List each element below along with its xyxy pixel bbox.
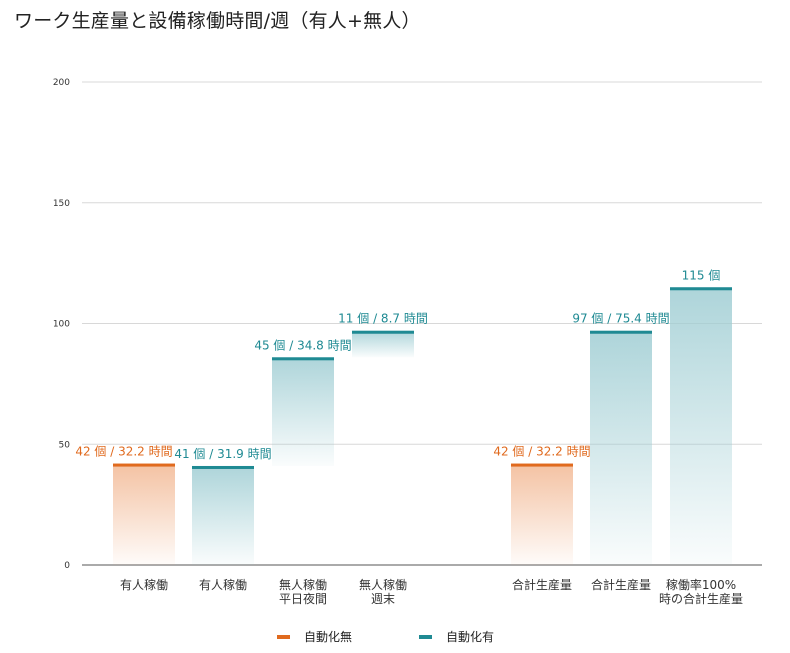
y-tick-label: 0 — [64, 561, 70, 571]
bar-cap-auto — [670, 287, 732, 291]
category-label: 有人稼働 — [120, 577, 168, 592]
bar-auto — [670, 287, 732, 565]
y-tick-label: 50 — [59, 440, 71, 450]
bar-auto — [272, 357, 334, 466]
category-label: 有人稼働 — [199, 577, 247, 592]
bar-cap-manual — [113, 463, 175, 467]
category-label: 合計生産量 — [512, 577, 572, 592]
data-label-manual: 42 個 / 32.2 時間 — [75, 445, 172, 459]
legend-swatch-manual — [277, 634, 290, 639]
data-label-auto: 115 個 — [682, 268, 721, 282]
bar-cap-auto — [590, 330, 652, 334]
bar-cap-auto — [192, 465, 254, 469]
data-label-auto: 11 個 / 8.7 時間 — [338, 312, 428, 326]
bars — [113, 287, 732, 565]
bar-manual — [113, 463, 175, 565]
data-label-auto: 97 個 / 75.4 時間 — [572, 312, 669, 326]
category-label: 無人稼働週末 — [359, 577, 407, 606]
legend-label-manual: 自動化無 — [304, 630, 353, 644]
y-tick-label: 150 — [53, 199, 70, 209]
data-label-auto: 45 個 / 34.8 時間 — [254, 338, 351, 352]
data-label-auto: 41 個 / 31.9 時間 — [174, 447, 271, 461]
bar-auto — [590, 330, 652, 565]
legend: 自動化無 自動化有 — [0, 628, 790, 648]
chart-canvas: 0 50 100 150 200 42 個 / 32.2 時間有人稼働 41 個 / 31.… — [53, 78, 762, 606]
category-label: 無人稼働平日夜間 — [279, 577, 327, 606]
data-label-manual: 42 個 / 32.2 時間 — [493, 445, 590, 459]
legend-item-auto: 自動化有 — [419, 628, 494, 645]
bar-auto — [352, 330, 414, 358]
bar-auto — [192, 465, 254, 565]
y-tick-label: 200 — [53, 78, 70, 88]
bar-cap-manual — [511, 463, 573, 467]
legend-label-auto: 自動化有 — [446, 630, 495, 644]
legend-item-manual: 自動化無 — [277, 628, 352, 645]
legend-swatch-auto — [419, 634, 432, 639]
bar-cap-auto — [272, 357, 334, 361]
category-label: 稼働率100%時の合計生産量 — [659, 577, 743, 606]
y-tick-label: 100 — [53, 320, 70, 330]
bar-cap-auto — [352, 330, 414, 334]
category-label: 合計生産量 — [591, 577, 651, 592]
bar-manual — [511, 463, 573, 565]
